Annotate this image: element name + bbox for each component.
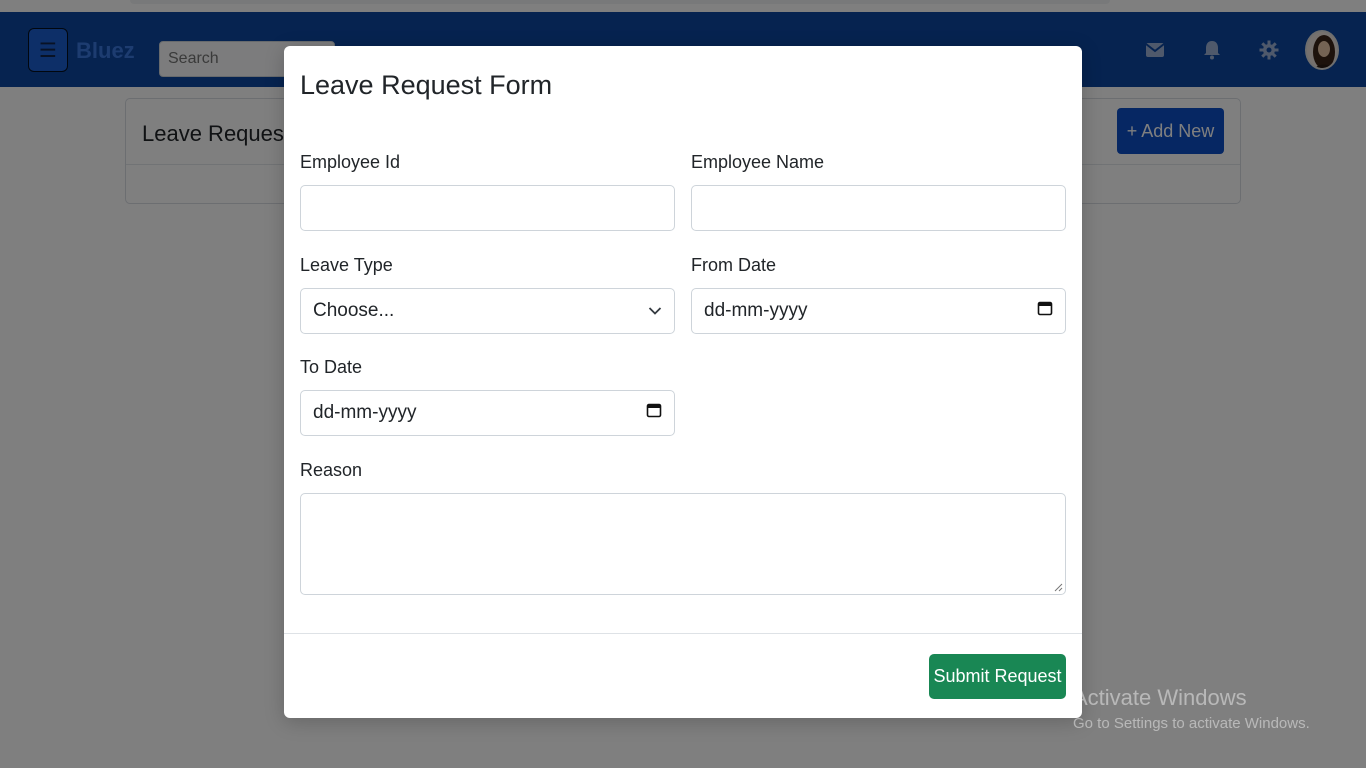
leave-type-selected: Choose... bbox=[313, 300, 395, 321]
leave-request-modal: Leave Request Form Employee Id Employee … bbox=[284, 46, 1082, 718]
from-date-input[interactable]: dd-mm-yyyy bbox=[691, 288, 1066, 334]
chevron-down-icon bbox=[648, 300, 662, 322]
modal-footer-divider bbox=[284, 633, 1082, 634]
leave-type-label: Leave Type bbox=[300, 255, 393, 275]
employee-name-input[interactable] bbox=[691, 185, 1066, 231]
calendar-icon[interactable] bbox=[646, 402, 662, 424]
to-date-label: To Date bbox=[300, 357, 363, 377]
reason-textarea[interactable] bbox=[300, 493, 1066, 595]
reason-label: Reason bbox=[300, 460, 363, 480]
activate-windows-watermark: Activate Windows Go to Settings to activ… bbox=[1073, 685, 1310, 732]
employee-id-input[interactable] bbox=[300, 185, 675, 231]
leave-type-select[interactable]: Choose... bbox=[300, 288, 675, 334]
watermark-title: Activate Windows bbox=[1073, 685, 1247, 710]
submit-request-button[interactable]: Submit Request bbox=[929, 654, 1066, 699]
modal-title: Leave Request Form bbox=[300, 70, 553, 100]
employee-name-label: Employee Name bbox=[691, 152, 825, 172]
employee-id-label: Employee Id bbox=[300, 152, 401, 172]
resize-handle-icon[interactable] bbox=[1053, 582, 1063, 592]
to-date-input[interactable]: dd-mm-yyyy bbox=[300, 390, 675, 436]
watermark-subtitle: Go to Settings to activate Windows. bbox=[1073, 715, 1310, 732]
calendar-icon[interactable] bbox=[1037, 300, 1053, 322]
from-date-label: From Date bbox=[691, 255, 777, 275]
